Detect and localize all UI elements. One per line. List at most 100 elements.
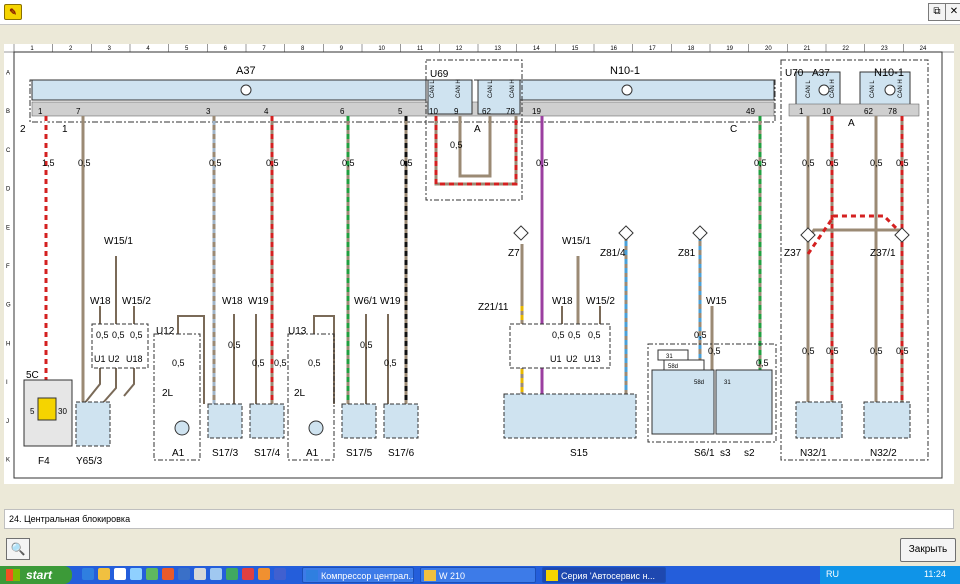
close-button[interactable]: Закрыть bbox=[900, 538, 956, 562]
ruler-column-number: 2 bbox=[69, 46, 73, 52]
pin-5: 5 bbox=[398, 107, 403, 116]
wire-label-w18: W18 bbox=[222, 296, 243, 307]
window-close-button[interactable]: ✕ bbox=[945, 3, 960, 21]
terminal-58d-inner: 58d bbox=[694, 380, 704, 386]
wire-label-w6-1: W6/1 bbox=[354, 296, 378, 307]
section-label: 0,5 bbox=[568, 330, 581, 340]
pin-1-right: 1 bbox=[799, 107, 804, 116]
block-label-n10-1-right: N10-1 bbox=[874, 67, 904, 79]
wire-label-z7: Z7 bbox=[508, 248, 520, 259]
section-label: 0,5 bbox=[308, 358, 321, 368]
restore-button[interactable]: ⧉ bbox=[928, 3, 946, 21]
ruler-row-letter: H bbox=[6, 341, 10, 347]
unit-label-u1: U1 bbox=[94, 354, 106, 364]
component-label-f4: F4 bbox=[38, 456, 50, 467]
language-indicator[interactable]: RU bbox=[826, 569, 839, 579]
pin-1-label: 1 bbox=[62, 124, 68, 135]
component-label-y65-3: Y65/3 bbox=[76, 456, 103, 467]
ruler-row-letter: B bbox=[6, 109, 10, 115]
component-label-n32-2: N32/2 bbox=[870, 448, 897, 459]
component-label-s17-4: S17/4 bbox=[254, 448, 281, 459]
pin-10: 10 bbox=[429, 107, 438, 116]
app-icon[interactable] bbox=[146, 568, 158, 580]
section-label: 0,5 bbox=[450, 140, 463, 150]
app-icon[interactable] bbox=[178, 568, 190, 580]
ruler-column-number: 19 bbox=[726, 46, 733, 52]
pin-2: 2 bbox=[20, 124, 26, 135]
ruler-row-letter: F bbox=[6, 264, 10, 270]
can-h-label-n10r: CAN H bbox=[898, 79, 904, 98]
ruler-row-letter: J bbox=[6, 419, 9, 425]
zoom-button[interactable]: 🔍 bbox=[6, 538, 30, 560]
wire-label-w15-1: W15/1 bbox=[562, 236, 591, 247]
app-icon[interactable] bbox=[258, 568, 270, 580]
taskbar-item-compressor[interactable]: Компрессор централ... bbox=[302, 567, 414, 583]
wire-label-w15-2: W15/2 bbox=[586, 296, 615, 307]
section-label: 0,5 bbox=[274, 358, 287, 368]
connector-letter-c: C bbox=[730, 124, 737, 135]
ie-icon bbox=[306, 570, 318, 581]
component-label-s3: s3 bbox=[720, 448, 731, 459]
ruler-column-number: 9 bbox=[340, 46, 344, 52]
taskbar: start Компрессор централ... W 210 Серия … bbox=[0, 566, 960, 584]
app-icon[interactable] bbox=[226, 568, 238, 580]
taskbar-item-avtoservis[interactable]: Серия 'Автосервис н... bbox=[542, 567, 666, 583]
can-l-label-u69: CAN L bbox=[430, 80, 436, 98]
ruler-column-number: 23 bbox=[881, 46, 888, 52]
ruler-column-number: 21 bbox=[804, 46, 811, 52]
section-label: 0,5 bbox=[252, 358, 265, 368]
wire-label-z37: Z37 bbox=[784, 248, 802, 259]
component-label-s2: s2 bbox=[744, 448, 755, 459]
wire-label-w19: W19 bbox=[380, 296, 401, 307]
unit-label-u12: U12 bbox=[156, 326, 175, 337]
app-icon[interactable] bbox=[194, 568, 206, 580]
pin-1: 1 bbox=[38, 107, 43, 116]
play-icon[interactable] bbox=[130, 568, 142, 580]
section-label: 0,5 bbox=[384, 358, 397, 368]
ruler-column-number: 14 bbox=[533, 46, 540, 52]
section-label: 0,5 bbox=[826, 346, 839, 356]
ruler-column-number: 15 bbox=[572, 46, 579, 52]
pin-78-right: 78 bbox=[888, 107, 897, 116]
component-label-s17-5: S17/5 bbox=[346, 448, 373, 459]
component-label-s17-3: S17/3 bbox=[212, 448, 239, 459]
taskbar-item-label: W 210 bbox=[439, 571, 466, 581]
app-icon[interactable] bbox=[274, 568, 286, 580]
wire-label-z21-11: Z21/11 bbox=[478, 302, 509, 313]
section-label: 0,5 bbox=[694, 330, 707, 340]
app-icon[interactable] bbox=[242, 568, 254, 580]
ruler-row-letter: K bbox=[6, 458, 10, 464]
ruler-column-number: 18 bbox=[688, 46, 695, 52]
pin-10-right: 10 bbox=[822, 107, 831, 116]
start-button[interactable]: start bbox=[0, 566, 72, 584]
section-label: 1,5 bbox=[42, 158, 55, 168]
folder-icon[interactable] bbox=[98, 568, 110, 580]
pin-49: 49 bbox=[746, 107, 755, 116]
clock: 11:24 bbox=[924, 569, 946, 579]
section-label: 0,5 bbox=[754, 158, 767, 168]
windows-flag-icon bbox=[6, 569, 20, 581]
unit-label-u2: U2 bbox=[108, 354, 120, 364]
connector-letter-a-right: A bbox=[848, 118, 855, 129]
section-label: 0,5 bbox=[400, 158, 413, 168]
section-label: 0,5 bbox=[826, 158, 839, 168]
wire-label-w18: W18 bbox=[552, 296, 573, 307]
section-label: 0,5 bbox=[342, 158, 355, 168]
ruler-column-number: 13 bbox=[494, 46, 501, 52]
section-label: 0,5 bbox=[708, 346, 721, 356]
section-label: 0,5 bbox=[266, 158, 279, 168]
unit-label-u2: U2 bbox=[566, 354, 578, 364]
app-icon[interactable] bbox=[162, 568, 174, 580]
section-label: 0,5 bbox=[228, 340, 241, 350]
terminal-5: 5 bbox=[30, 407, 35, 416]
block-label-a37: A37 bbox=[236, 65, 256, 77]
section-label: 0,5 bbox=[588, 330, 601, 340]
taskbar-item-w210[interactable]: W 210 bbox=[420, 567, 536, 583]
ruler-column-number: 10 bbox=[378, 46, 385, 52]
app-icon[interactable] bbox=[210, 568, 222, 580]
media-icon[interactable] bbox=[114, 568, 126, 580]
ie-icon[interactable] bbox=[82, 568, 94, 580]
diagram-caption-bar: 24. Центральная блокировка bbox=[4, 509, 954, 529]
wiring-diagram-canvas: 1 2 3 4 5 6 7 8 9 10 11 12 13 14 15 16 17 18 19 20 21 22 23 24 … bbox=[4, 44, 954, 484]
block-label-a37-right: A37 bbox=[812, 68, 830, 79]
